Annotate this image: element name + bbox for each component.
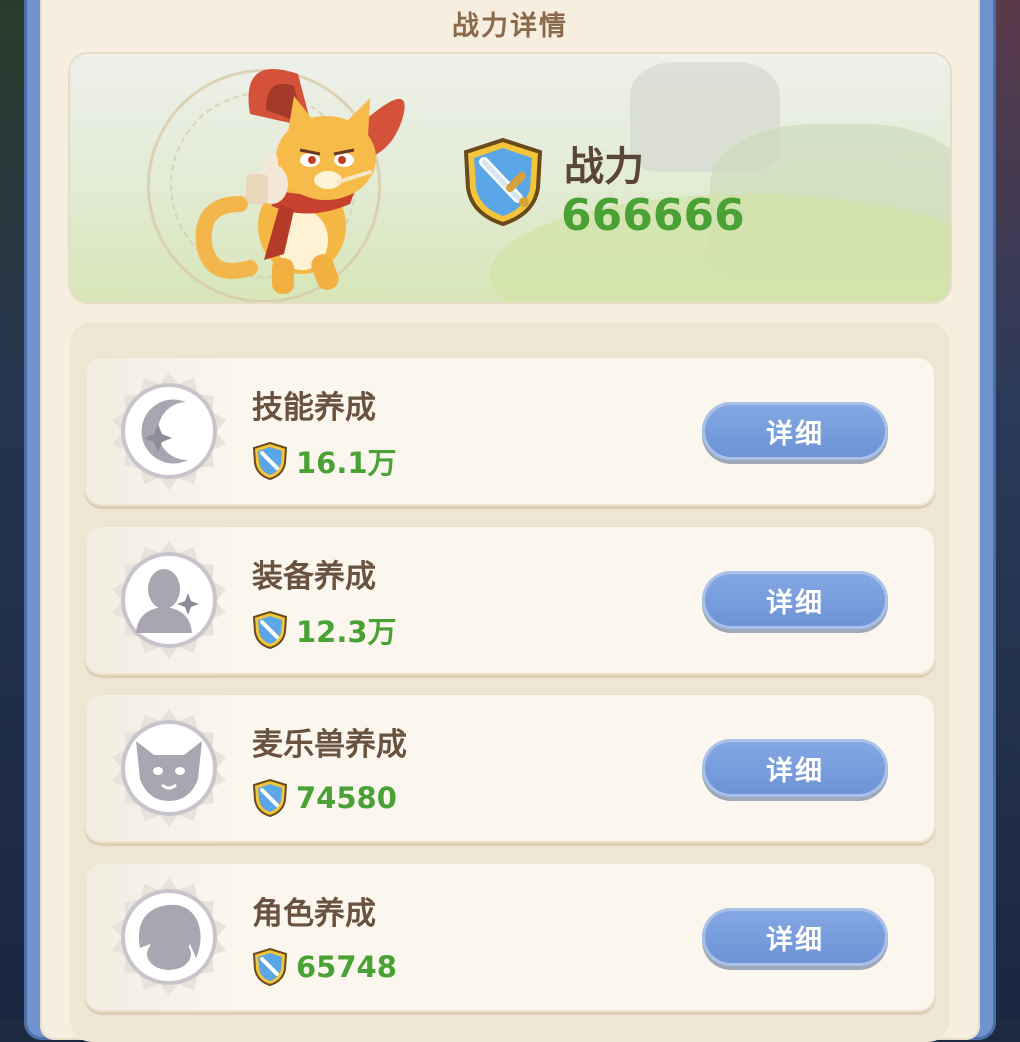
power-shield-icon [252,441,288,481]
item-value: 74580 [296,781,397,815]
item-value-row: 74580 [252,777,397,819]
power-value: 666666 [561,190,745,241]
detail-button[interactable]: 详细 [702,908,888,966]
item-value-row: 16.1万 [252,440,397,482]
hero-silhouette-icon [112,541,226,659]
item-title: 麦乐兽养成 [252,727,407,763]
item-title: 角色养成 [252,896,376,932]
list-item-skill: 技能养成 16.1万 详细 [84,356,936,506]
cat-face-icon [112,709,226,827]
item-value: 16.1万 [296,446,397,480]
detail-button[interactable]: 详细 [702,571,888,629]
item-value-row: 65748 [252,946,397,988]
power-shield-icon [252,778,288,818]
power-banner: 战力 666666 [70,54,950,302]
panel-title: 战力详情 [452,11,568,42]
item-title: 装备养成 [252,559,376,595]
mascot-illustration [195,69,405,294]
detail-button[interactable]: 详细 [702,739,888,797]
detail-button[interactable]: 详细 [702,402,888,460]
power-label: 战力 [564,144,644,190]
item-value: 12.3万 [296,615,397,649]
item-value-row: 12.3万 [252,609,397,651]
list-item-equipment: 装备养成 12.3万 详细 [84,525,936,675]
list-item-character: 角色养成 65748 详细 [84,862,936,1012]
list-item-pet: 麦乐兽养成 74580 详细 [84,693,936,843]
character-head-icon [112,878,226,996]
power-shield-icon [252,947,288,987]
item-value: 65748 [296,950,397,984]
moon-star-icon [112,372,226,490]
item-title: 技能养成 [252,390,376,426]
power-shield-icon [463,137,543,227]
power-shield-icon [252,610,288,650]
